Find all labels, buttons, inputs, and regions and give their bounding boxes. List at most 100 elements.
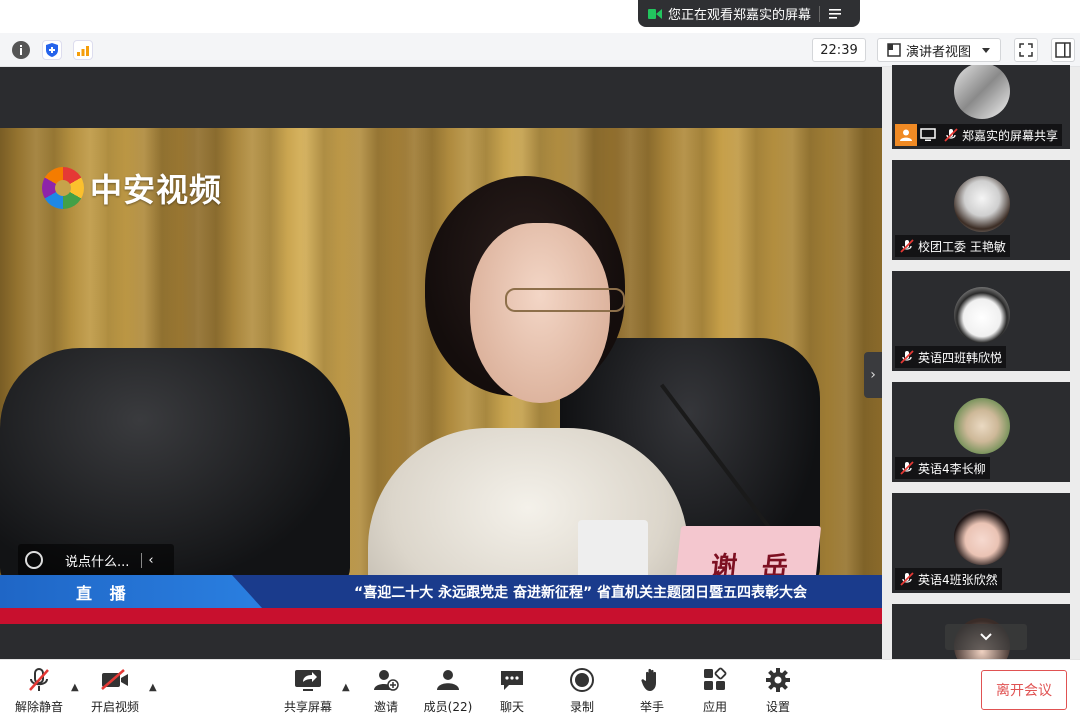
chevron-down-icon <box>980 633 992 641</box>
raise-hand-label: 举手 <box>639 700 664 714</box>
record-label: 录制 <box>569 700 594 714</box>
ticker-red-bar <box>0 608 882 624</box>
participant-name: 郑嘉实的屏幕共享 <box>962 128 1059 143</box>
emoji-icon[interactable] <box>25 551 43 569</box>
settings-button[interactable]: 设置 <box>743 666 813 718</box>
channel-logo: 中安视频 <box>42 165 222 211</box>
divider <box>819 5 821 22</box>
side-panel-toggle[interactable] <box>1051 38 1075 62</box>
speaker-glasses <box>505 288 625 312</box>
chevron-up-icon[interactable]: ▲ <box>342 682 350 693</box>
participant-tile[interactable]: 郑嘉实的屏幕共享 <box>892 65 1070 149</box>
news-ticker: 直 播 “喜迎二十大 永远跟党走 奋进新征程” 省直机关主题团日暨五四表彰大会 <box>0 575 882 608</box>
ticker-headline: “喜迎二十大 永远跟党走 奋进新征程” 省直机关主题团日暨五四表彰大会 <box>354 585 808 601</box>
participant-tile[interactable]: 英语4班张欣然 <box>892 493 1070 593</box>
members-button[interactable]: 成员(22) <box>413 666 483 718</box>
chevron-down-icon <box>982 48 991 53</box>
start-video-label: 开启视频 <box>90 700 139 714</box>
view-mode-label: 演讲者视图 <box>906 44 972 60</box>
sidebar-icon <box>1055 42 1071 58</box>
participant-label: 校团工委 王艳敏 <box>895 235 1010 257</box>
raise-hand-button[interactable]: 举手 <box>617 666 687 718</box>
leave-meeting-button[interactable]: 离开会议 <box>981 670 1067 710</box>
live-label: 直 播 <box>0 575 262 608</box>
mic-muted-icon <box>900 350 914 364</box>
share-screen-button[interactable]: 共享屏幕 <box>273 666 343 718</box>
speaker-face <box>470 223 610 403</box>
chat-icon <box>497 666 527 694</box>
mic-muted-icon <box>900 239 914 253</box>
avatar <box>954 398 1010 454</box>
security-shield-icon[interactable] <box>42 40 62 60</box>
avatar <box>954 287 1010 343</box>
chat-button[interactable]: 聊天 <box>477 666 547 718</box>
scroll-down-button[interactable] <box>945 624 1027 650</box>
members-icon <box>433 666 463 694</box>
participant-label: 英语4李长柳 <box>895 457 990 479</box>
mic-muted-icon <box>900 461 914 475</box>
meeting-window: 您正在观看郑嘉实的屏幕 22:39 演讲者视图 谢 岳 中安视频 说点什么...… <box>0 0 1080 722</box>
meeting-clock: 22:39 <box>812 38 866 62</box>
participant-label: 英语四班韩欣悦 <box>895 346 1007 368</box>
person-icon <box>895 124 917 146</box>
record-icon <box>567 666 597 694</box>
share-screen-icon <box>293 666 323 694</box>
shared-screen-stage: 谢 岳 中安视频 说点什么... ‹ 直 播 “喜迎二十大 永远跟党走 奋进新征… <box>0 67 882 659</box>
participant-label: 郑嘉实的屏幕共享 <box>895 124 1063 146</box>
mic-muted-icon <box>944 128 958 142</box>
members-label: 成员(22) <box>423 700 473 714</box>
participant-name: 英语4班张欣然 <box>918 572 998 587</box>
unmute-button[interactable]: 解除静音 <box>4 666 74 718</box>
avatar <box>954 176 1010 232</box>
logo-text: 中安视频 <box>90 171 223 209</box>
view-mode-select[interactable]: 演讲者视图 <box>877 38 1001 62</box>
fullscreen-icon <box>1019 43 1033 57</box>
share-screen-label: 共享屏幕 <box>283 700 332 714</box>
comment-input[interactable]: 说点什么... ‹ <box>18 544 174 576</box>
start-video-button[interactable]: 开启视频 <box>80 666 150 718</box>
participant-tile[interactable]: 英语四班韩欣悦 <box>892 271 1070 371</box>
invite-button[interactable]: 邀请 <box>351 666 421 718</box>
settings-label: 设置 <box>765 700 790 714</box>
shared-video: 谢 岳 中安视频 说点什么... ‹ 直 播 “喜迎二十大 永远跟党走 奋进新征… <box>0 128 882 624</box>
apps-label: 应用 <box>702 700 727 714</box>
avatar <box>954 65 1010 119</box>
signal-icon[interactable] <box>73 40 93 60</box>
top-banner <box>0 0 1080 33</box>
chevron-left-icon[interactable]: ‹ <box>141 552 154 568</box>
speaker-view-icon <box>887 43 901 57</box>
participant-tile[interactable]: 英语4李长柳 <box>892 382 1070 482</box>
sharing-text: 您正在观看郑嘉实的屏幕 <box>668 8 812 23</box>
mic-muted-icon <box>900 572 914 586</box>
record-button[interactable]: 录制 <box>547 666 617 718</box>
participant-name: 校团工委 王艳敏 <box>918 239 1006 254</box>
avatar <box>954 509 1010 565</box>
gear-icon <box>763 666 793 694</box>
participant-name: 英语4李长柳 <box>918 461 986 476</box>
mic-muted-icon <box>24 666 54 694</box>
hand-icon <box>637 666 667 694</box>
chat-label: 聊天 <box>499 700 524 714</box>
camera-off-icon <box>100 666 130 694</box>
participant-gallery: 郑嘉实的屏幕共享 校团工委 王艳敏 英语四班韩欣悦 英语4李长柳 英语4班张欣然 <box>882 65 1080 659</box>
apps-button[interactable]: 应用 <box>680 666 750 718</box>
info-icon[interactable] <box>11 40 31 60</box>
collapse-sidebar-button[interactable]: › <box>864 352 882 398</box>
logo-wheel-icon <box>42 167 84 209</box>
chevron-up-icon[interactable]: ▲ <box>71 682 79 693</box>
menu-icon[interactable] <box>828 7 842 21</box>
add-user-icon <box>371 666 401 694</box>
sharing-indicator[interactable]: 您正在观看郑嘉实的屏幕 <box>638 0 860 27</box>
chevron-up-icon[interactable]: ▲ <box>149 682 157 693</box>
invite-label: 邀请 <box>373 700 398 714</box>
screen-share-icon <box>917 124 939 146</box>
fullscreen-button[interactable] <box>1014 38 1038 62</box>
shield-green-icon <box>648 8 662 19</box>
participant-label: 英语4班张欣然 <box>895 568 1002 590</box>
top-toolbar: 22:39 演讲者视图 <box>0 33 1080 67</box>
participant-tile[interactable]: 校团工委 王艳敏 <box>892 160 1070 260</box>
control-bar: 解除静音 ▲ 开启视频 ▲ 共享屏幕 ▲ 邀请 成员(22) 聊天 录制 举手 … <box>0 659 1080 722</box>
participant-name: 英语四班韩欣悦 <box>918 350 1003 365</box>
unmute-label: 解除静音 <box>14 700 63 714</box>
comment-placeholder: 说点什么... <box>65 554 130 570</box>
